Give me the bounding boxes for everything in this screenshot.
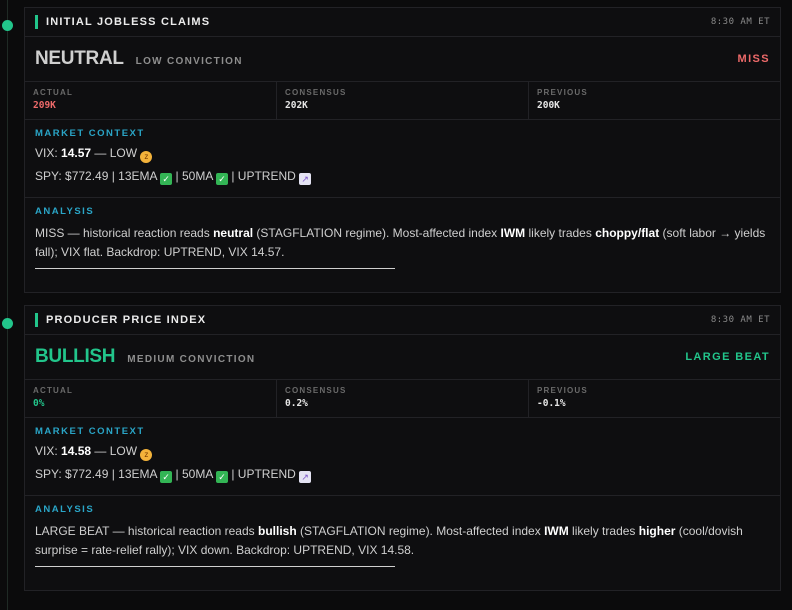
verdict-row: NEUTRAL LOW CONVICTION MISS <box>25 37 780 82</box>
spy-line: SPY: $772.49 | 13EMA ✓ | 50MA ✓ | UPTREN… <box>35 467 770 483</box>
analysis-section: ANALYSIS MISS — historical reaction read… <box>25 198 780 269</box>
spy-text: SPY: $772.49 | 13EMA <box>35 169 161 183</box>
stat-value: 209K <box>33 100 56 111</box>
conviction-label: LOW CONVICTION <box>135 56 243 67</box>
chart-increasing-icon: ↗ <box>299 173 312 185</box>
market-context-section: MARKET CONTEXT VIX: 14.58 — LOW z SPY: $… <box>25 418 780 496</box>
stat-label: CONSENSUS <box>285 88 347 97</box>
stat-label: ACTUAL <box>33 386 74 395</box>
check-mark-icon: ✓ <box>160 173 173 185</box>
spy-text: | UPTREND <box>228 467 300 481</box>
vix-line: VIX: 14.57 — LOW z <box>35 146 770 163</box>
vix-line: VIX: 14.58 — LOW z <box>35 444 770 461</box>
event-title: INITIAL JOBLESS CLAIMS <box>46 16 211 28</box>
analysis-text: LARGE BEAT — historical reaction reads b… <box>35 524 743 557</box>
analysis-text: MISS — historical reaction reads neutral… <box>35 226 766 259</box>
event-card-ppi[interactable]: PRODUCER PRICE INDEX 8:30 AM ET BULLISH … <box>24 305 781 591</box>
vix-value: 14.58 <box>61 444 92 458</box>
market-context-section: MARKET CONTEXT VIX: 14.57 — LOW z SPY: $… <box>25 120 780 198</box>
stat-value: -0.1% <box>537 398 566 409</box>
section-label: MARKET CONTEXT <box>35 128 145 139</box>
accent-bar <box>35 15 38 29</box>
verdict: NEUTRAL <box>35 48 124 69</box>
card-header: PRODUCER PRICE INDEX 8:30 AM ET <box>25 306 780 335</box>
event-time: 8:30 AM ET <box>710 17 770 27</box>
verdict-row: BULLISH MEDIUM CONVICTION LARGE BEAT <box>25 335 780 380</box>
check-mark-icon: ✓ <box>216 173 229 185</box>
event-time: 8:30 AM ET <box>710 315 770 325</box>
stat-previous: PREVIOUS -0.1% <box>529 380 780 417</box>
sleepy-face-icon: z <box>140 449 153 461</box>
outcome-badge: MISS <box>737 53 770 65</box>
stats-row: ACTUAL 0% CONSENSUS 0.2% PREVIOUS -0.1% <box>25 380 780 418</box>
section-label: MARKET CONTEXT <box>35 426 145 437</box>
sleepy-face-icon: z <box>140 151 153 163</box>
timeline-line <box>7 0 8 610</box>
spy-text: | 50MA <box>172 169 217 183</box>
chart-increasing-icon: ↗ <box>299 471 312 483</box>
outcome-badge: LARGE BEAT <box>685 351 770 363</box>
vix-prefix: VIX: <box>35 146 62 160</box>
divider-rule <box>35 566 395 567</box>
stat-label: PREVIOUS <box>537 88 588 97</box>
stat-value: 0% <box>33 398 45 409</box>
stat-value: 202K <box>285 100 308 111</box>
event-title: PRODUCER PRICE INDEX <box>46 314 207 326</box>
event-card-jobless-claims[interactable]: INITIAL JOBLESS CLAIMS 8:30 AM ET NEUTRA… <box>24 7 781 293</box>
section-label: ANALYSIS <box>35 504 95 515</box>
check-mark-icon: ✓ <box>160 471 173 483</box>
divider-rule <box>35 268 395 269</box>
verdict: BULLISH <box>35 346 116 367</box>
timeline-dot <box>2 20 13 31</box>
card-header: INITIAL JOBLESS CLAIMS 8:30 AM ET <box>25 8 780 37</box>
check-mark-icon: ✓ <box>216 471 229 483</box>
vix-suffix: — LOW <box>91 444 141 458</box>
spy-text: SPY: $772.49 | 13EMA <box>35 467 161 481</box>
vix-value: 14.57 <box>61 146 92 160</box>
stat-value: 200K <box>537 100 560 111</box>
stat-consensus: CONSENSUS 0.2% <box>277 380 529 417</box>
section-label: ANALYSIS <box>35 206 95 217</box>
spy-text: | 50MA <box>172 467 217 481</box>
spy-line: SPY: $772.49 | 13EMA ✓ | 50MA ✓ | UPTREN… <box>35 169 770 185</box>
timeline-dot <box>2 318 13 329</box>
stat-label: CONSENSUS <box>285 386 347 395</box>
stat-previous: PREVIOUS 200K <box>529 82 780 119</box>
vix-prefix: VIX: <box>35 444 62 458</box>
stat-label: ACTUAL <box>33 88 74 97</box>
stat-label: PREVIOUS <box>537 386 588 395</box>
vix-suffix: — LOW <box>91 146 141 160</box>
stats-row: ACTUAL 209K CONSENSUS 202K PREVIOUS 200K <box>25 82 780 120</box>
stat-actual: ACTUAL 209K <box>25 82 277 119</box>
stat-actual: ACTUAL 0% <box>25 380 277 417</box>
stat-value: 0.2% <box>285 398 308 409</box>
analysis-section: ANALYSIS LARGE BEAT — historical reactio… <box>25 496 780 567</box>
accent-bar <box>35 313 38 327</box>
spy-text: | UPTREND <box>228 169 300 183</box>
stat-consensus: CONSENSUS 202K <box>277 82 529 119</box>
conviction-label: MEDIUM CONVICTION <box>127 354 256 365</box>
